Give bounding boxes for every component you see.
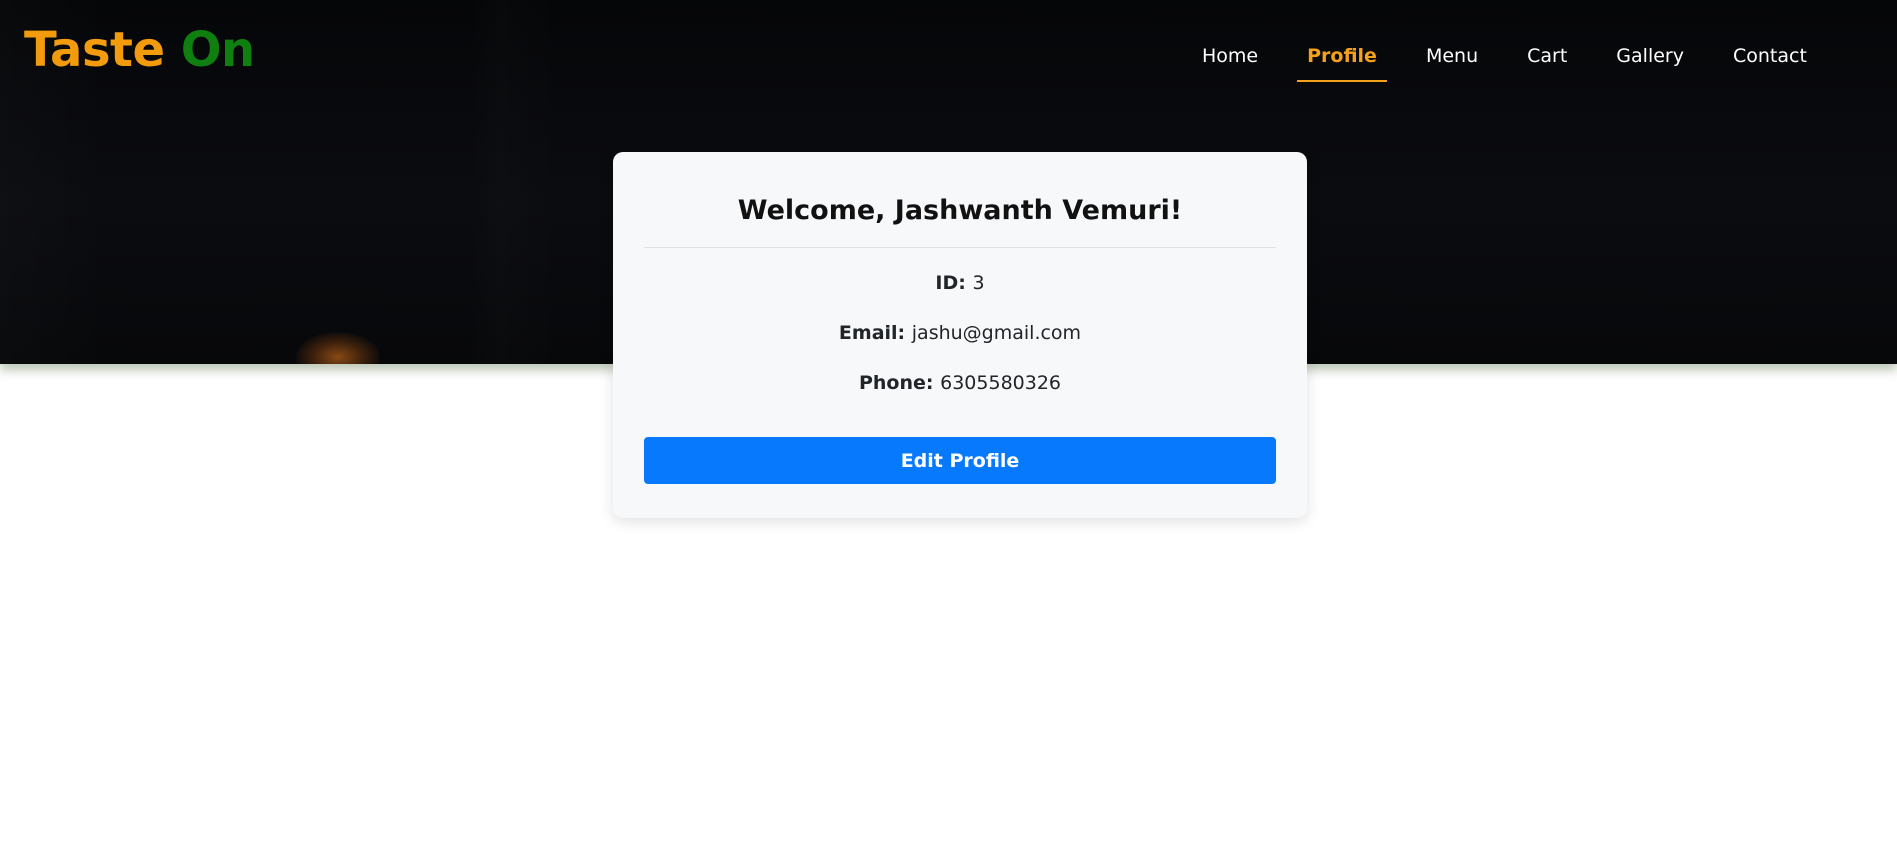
- nav-item-gallery[interactable]: Gallery: [1606, 38, 1694, 82]
- nav-item-profile[interactable]: Profile: [1297, 38, 1387, 82]
- main-navigation: Home Profile Menu Cart Gallery Contact: [1192, 38, 1846, 82]
- email-value: jashu@gmail.com: [911, 322, 1082, 344]
- profile-id-row: ID: 3: [644, 270, 1276, 296]
- logo-word-on: On: [180, 22, 255, 78]
- profile-phone-row: Phone: 6305580326: [644, 370, 1276, 396]
- welcome-heading: Welcome, Jashwanth Vemuri!: [737, 195, 1183, 226]
- profile-email-row: Email: jashu@gmail.com: [644, 320, 1276, 346]
- card-divider: [644, 247, 1276, 248]
- nav-item-menu[interactable]: Menu: [1416, 38, 1488, 82]
- nav-item-contact[interactable]: Contact: [1723, 38, 1817, 82]
- edit-profile-button[interactable]: Edit Profile: [644, 437, 1276, 484]
- logo-word-taste: Taste: [24, 22, 165, 78]
- id-value: 3: [972, 272, 985, 294]
- nav-item-home[interactable]: Home: [1192, 38, 1268, 82]
- phone-label: Phone:: [858, 372, 941, 394]
- nav-item-cart[interactable]: Cart: [1517, 38, 1577, 82]
- phone-value: 6305580326: [940, 372, 1062, 394]
- profile-card: Welcome, Jashwanth Vemuri! ID: 3 Email: …: [613, 152, 1307, 518]
- site-logo[interactable]: Taste On: [24, 20, 255, 80]
- id-label: ID:: [935, 272, 973, 294]
- email-label: Email:: [838, 322, 912, 344]
